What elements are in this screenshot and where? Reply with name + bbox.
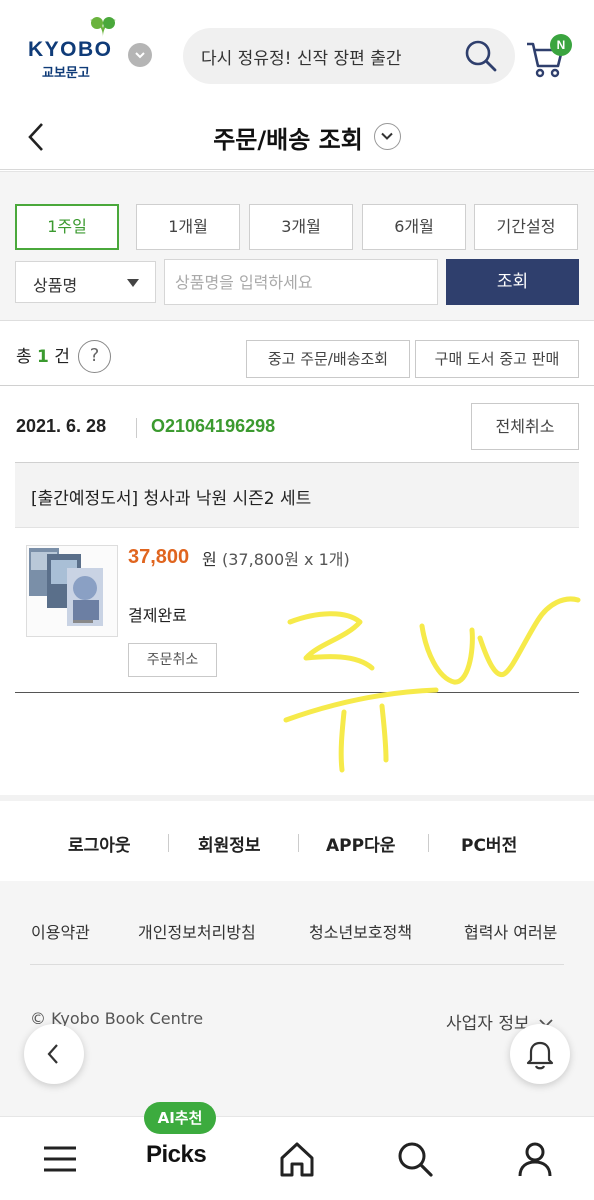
period-6month-button[interactable]: 6개월 [362, 204, 466, 250]
product-price: 37,800 [128, 546, 190, 568]
count-suffix: 건 [54, 347, 70, 367]
search-bar[interactable]: 다시 정유정! 신작 장편 출간 [183, 28, 515, 84]
help-icon[interactable]: ? [78, 340, 111, 373]
picks-nav-item[interactable]: Picks [146, 1141, 207, 1169]
price-unit: 원 [202, 550, 217, 569]
query-button[interactable]: 조회 [446, 259, 579, 305]
order-header: 2021. 6. 28 O21064196298 전체취소 [0, 386, 594, 462]
leaf-logo-icon [90, 17, 116, 37]
period-1week-button[interactable]: 1주일 [15, 204, 119, 250]
logout-link[interactable]: 로그아웃 [68, 831, 131, 856]
order-filter-panel: 1주일 1개월 3개월 6개월 기간설정 상품명 조회 [0, 171, 594, 321]
youth-policy-link[interactable]: 청소년보호정책 [309, 919, 412, 943]
product-name-input[interactable] [164, 259, 438, 305]
chevron-down-icon [135, 52, 145, 59]
notification-button[interactable] [510, 1024, 570, 1084]
count-prefix: 총 [16, 347, 32, 367]
result-count: 총 1 건 [16, 342, 70, 367]
search-type-value: 상품명 [33, 276, 78, 295]
footer-info: 이용약관 개인정보처리방침 청소년보호정책 협력사 여러분 © Kyobo Bo… [0, 881, 594, 1116]
handwritten-scribble [283, 596, 581, 773]
partners-link[interactable]: 협력사 여러분 [464, 919, 557, 943]
pc-version-link[interactable]: PC버전 [461, 831, 517, 856]
search-icon[interactable] [463, 38, 499, 74]
bell-icon [526, 1041, 554, 1070]
order-date: 2021. 6. 28 [16, 416, 107, 436]
menu-icon[interactable] [40, 1139, 80, 1179]
cancel-all-button[interactable]: 전체취소 [471, 403, 579, 450]
period-3month-button[interactable]: 3개월 [249, 204, 353, 250]
divider [168, 834, 169, 852]
book-thumbnail[interactable] [26, 545, 118, 637]
divider [30, 964, 564, 965]
search-input[interactable]: 다시 정유정! 신작 장편 출간 [201, 44, 401, 69]
chevron-left-icon [47, 1044, 58, 1064]
app-download-link[interactable]: APP다운 [326, 831, 395, 856]
product-title-bar[interactable]: [출간예정도서] 청사과 낙원 시즌2 세트 [15, 462, 579, 528]
kyobo-logo[interactable]: KYOBO 교보문고 [28, 16, 118, 86]
period-1month-button[interactable]: 1개월 [136, 204, 240, 250]
home-icon[interactable] [277, 1139, 317, 1179]
cancel-order-button[interactable]: 주문취소 [128, 643, 217, 677]
bottom-navigation [0, 1116, 594, 1200]
payment-status: 결제완료 [128, 606, 187, 625]
book-cover-image [27, 546, 117, 636]
logo-text: KYOBO [28, 38, 113, 61]
top-header: KYOBO 교보문고 다시 정유정! 신작 장편 출간 N [0, 0, 594, 106]
title-bar: 주문/배송 조회 [0, 106, 594, 170]
logo-menu-toggle[interactable] [128, 43, 152, 67]
sell-used-book-button[interactable]: 구매 도서 중고 판매 [415, 340, 579, 378]
search-type-select[interactable]: 상품명 [15, 261, 156, 303]
price-detail: (37,800원 x 1개) [222, 550, 350, 569]
divider [136, 418, 137, 438]
caret-down-icon [127, 279, 139, 287]
chevron-down-icon [381, 132, 393, 140]
user-icon[interactable] [515, 1139, 555, 1179]
privacy-policy-link[interactable]: 개인정보처리방침 [138, 919, 256, 943]
product-title[interactable]: [출간예정도서] 청사과 낙원 시즌2 세트 [31, 484, 311, 509]
cart-new-badge: N [550, 34, 572, 56]
terms-link[interactable]: 이용약관 [31, 919, 90, 943]
count-number: 1 [37, 347, 49, 367]
footer-links: 로그아웃 회원정보 APP다운 PC버전 [0, 801, 594, 881]
history-back-button[interactable] [24, 1024, 84, 1084]
period-custom-button[interactable]: 기간설정 [474, 204, 578, 250]
order-number[interactable]: O21064196298 [151, 416, 275, 437]
member-info-link[interactable]: 회원정보 [198, 831, 261, 856]
divider [428, 834, 429, 852]
result-summary: 총 1 건 ? 중고 주문/배송조회 구매 도서 중고 판매 [0, 322, 594, 386]
logo-subtext: 교보문고 [42, 66, 90, 81]
page-title: 주문/배송 조회 [213, 126, 363, 154]
divider [298, 834, 299, 852]
ai-recommend-badge[interactable]: AI추천 [144, 1102, 216, 1134]
used-order-lookup-button[interactable]: 중고 주문/배송조회 [246, 340, 410, 378]
title-menu-toggle[interactable] [374, 123, 401, 150]
search-icon[interactable] [395, 1139, 435, 1179]
